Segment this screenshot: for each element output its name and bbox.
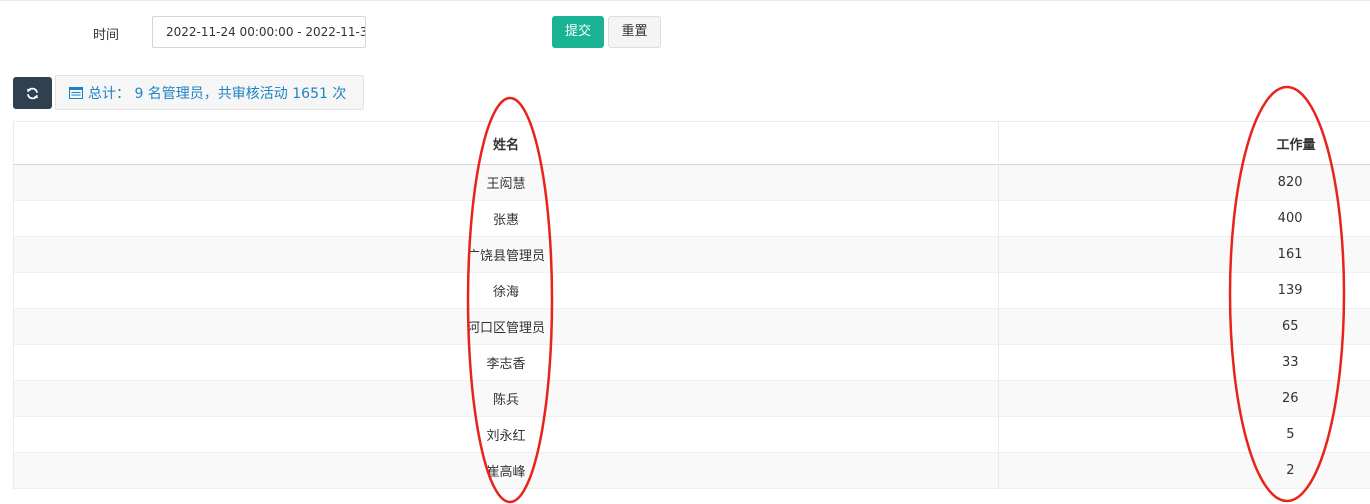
time-range-input[interactable]	[152, 16, 366, 48]
cell-name: 张惠	[13, 200, 999, 237]
table-row: 张惠 400	[13, 200, 1370, 237]
column-header-name[interactable]: 姓名	[13, 121, 999, 165]
time-label: 时间	[93, 28, 120, 43]
cell-workload: 400	[998, 200, 1370, 237]
submit-button[interactable]: 提交	[552, 16, 604, 48]
cell-workload: 161	[998, 236, 1370, 273]
top-divider	[0, 0, 1370, 1]
page: 时间 提交 重置 总计： 9 名管理员，共审核活动 1651 次	[0, 0, 1370, 504]
table-row: 崔高峰 2	[13, 452, 1370, 489]
cell-name: 河口区管理员	[13, 308, 999, 345]
table-row: 刘永红 5	[13, 416, 1370, 453]
summary-text: 总计： 9 名管理员，共审核活动 1651 次	[88, 85, 347, 102]
refresh-icon	[26, 87, 39, 99]
table-row: 李志香 33	[13, 344, 1370, 381]
cell-workload: 65	[998, 308, 1370, 345]
list-icon	[69, 86, 83, 99]
refresh-button[interactable]	[13, 77, 52, 109]
cell-name: 崔高峰	[13, 452, 999, 489]
cell-name: 广饶县管理员	[13, 236, 999, 273]
table-row: 徐海 139	[13, 272, 1370, 309]
cell-workload: 26	[998, 380, 1370, 417]
cell-workload: 33	[998, 344, 1370, 381]
column-header-workload[interactable]: 工作量	[998, 121, 1370, 165]
reset-button[interactable]: 重置	[608, 16, 661, 48]
cell-name: 徐海	[13, 272, 999, 309]
cell-name: 陈兵	[13, 380, 999, 417]
cell-workload: 139	[998, 272, 1370, 309]
table-header-row: 姓名 工作量	[13, 121, 1370, 165]
table-row: 陈兵 26	[13, 380, 1370, 417]
cell-name: 刘永红	[13, 416, 999, 453]
cell-workload: 5	[998, 416, 1370, 453]
summary-badge: 总计： 9 名管理员，共审核活动 1651 次	[55, 75, 364, 110]
table-row: 广饶县管理员 161	[13, 236, 1370, 273]
table-row: 河口区管理员 65	[13, 308, 1370, 345]
cell-name: 王闳慧	[13, 164, 999, 201]
cell-workload: 2	[998, 452, 1370, 489]
cell-workload: 820	[998, 164, 1370, 201]
cell-name: 李志香	[13, 344, 999, 381]
workload-table: 姓名 工作量 王闳慧 820 张惠 400 广饶县管理员 161 徐海 139 …	[13, 121, 1370, 489]
table-row: 王闳慧 820	[13, 164, 1370, 201]
